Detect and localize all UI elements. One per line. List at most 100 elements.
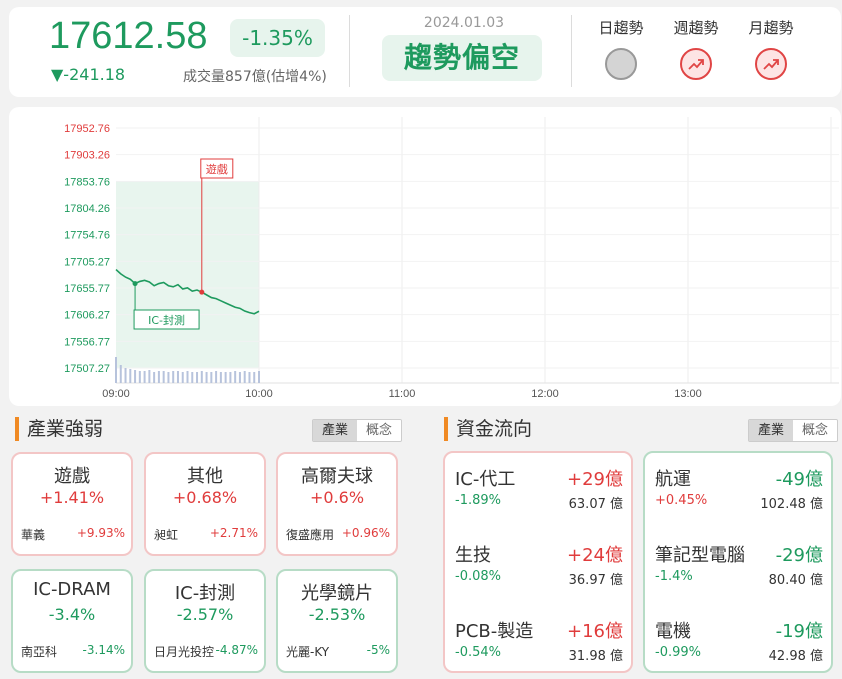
volume-bar [196, 372, 199, 383]
weekly-trend[interactable]: 週趨勢 [664, 17, 728, 80]
industry-name: 遊戲 [54, 466, 90, 487]
daily-trend[interactable]: 日趨勢 [589, 17, 653, 80]
leading-stock[interactable]: 昶虹 [154, 526, 178, 543]
index-header: 17612.58 -1.35% ▼-241.18 成交量857億(估增4%) 2… [9, 7, 841, 97]
volume-bar [115, 357, 117, 383]
tab-industry[interactable]: 產業 [313, 420, 357, 441]
y-tick-label: 17705.27 [64, 256, 110, 268]
leading-stock[interactable]: 南亞科 [21, 643, 57, 660]
flow-percent: -1.4% [655, 569, 693, 584]
flow-volume: 42.98 億 [768, 649, 823, 664]
x-tick-label: 12:00 [531, 388, 559, 400]
outflow-card[interactable]: 航運 -49億 +0.45% 102.48 億筆記型電腦 -29億 -1.4% 80.40 … [643, 451, 833, 673]
leading-stock-percent: +0.96% [341, 526, 390, 540]
tab-concept[interactable]: 概念 [357, 420, 401, 441]
leading-stock[interactable]: 復盛應用 [286, 526, 334, 543]
volume-bar [176, 371, 179, 383]
leading-stock-percent: -3.14% [82, 643, 125, 657]
volume-bar [238, 372, 241, 383]
divider [349, 15, 350, 87]
volume-bar [186, 371, 189, 383]
industry-card[interactable]: 其他 +0.68% 昶虹 +2.71% [144, 452, 266, 556]
y-tick-label: 17606.27 [64, 310, 110, 322]
volume-bar [157, 371, 160, 383]
monthly-trend[interactable]: 月趨勢 [739, 17, 803, 80]
volume-bar [234, 371, 237, 383]
flow-industry-name: 筆記型電腦 [655, 545, 745, 566]
industry-percent: -2.57% [176, 605, 234, 624]
flow-volume: 63.07 億 [568, 497, 623, 512]
y-tick-label: 17754.76 [64, 230, 110, 242]
industry-name: 光學鏡片 [301, 583, 373, 604]
volume-bar [124, 368, 127, 383]
inflow-card[interactable]: IC-代工 +29億 -1.89% 63.07 億生技 +24億 -0.08% 36.97 … [443, 451, 633, 673]
volume-bar [219, 372, 222, 383]
index-change: ▼-241.18 [51, 65, 126, 84]
volume-bar [205, 372, 208, 383]
industry-card[interactable]: IC-封測 -2.57% 日月光投控 -4.87% [144, 569, 266, 673]
y-tick-label: 17903.26 [64, 150, 110, 162]
flow-amount: +24億 [567, 545, 623, 566]
industry-percent: +0.68% [172, 488, 238, 507]
volume-bar [167, 372, 170, 383]
session-shade [116, 181, 259, 368]
flow-industry-name: 生技 [455, 545, 491, 566]
industry-name: 其他 [187, 466, 223, 487]
industry-card[interactable]: 高爾夫球 +0.6% 復盛應用 +0.96% [276, 452, 398, 556]
industry-percent: -3.4% [48, 605, 96, 624]
flow-toggle: 產業 概念 [748, 419, 838, 442]
volume-bar [181, 372, 184, 383]
volume-bar [258, 371, 260, 383]
leading-stock[interactable]: 日月光投控 [154, 643, 214, 660]
industry-name: 高爾夫球 [301, 466, 373, 487]
volume-bar [119, 365, 122, 383]
leading-stock-percent: -4.87% [215, 643, 258, 657]
tab-concept[interactable]: 概念 [793, 420, 837, 441]
flow-row[interactable]: 筆記型電腦 -29億 -1.4% 80.40 億 [655, 541, 823, 591]
industry-card[interactable]: 遊戲 +1.41% 華義 +9.93% [11, 452, 133, 556]
tab-industry[interactable]: 產業 [749, 420, 793, 441]
flow-volume: 102.48 億 [760, 497, 823, 512]
intraday-chart-svg: 17952.76 17903.26 17853.76 17804.26 17754.76… [64, 117, 839, 400]
volume-bar [153, 372, 156, 383]
volume-bar [134, 370, 137, 383]
industry-percent: +0.6% [309, 488, 365, 507]
industry-card[interactable]: 光學鏡片 -2.53% 光麗-KY -5% [276, 569, 398, 673]
x-tick-label: 11:00 [389, 388, 416, 400]
industry-percent: -2.53% [308, 605, 366, 624]
flow-volume: 36.97 億 [568, 573, 623, 588]
flow-row[interactable]: IC-代工 +29億 -1.89% 63.07 億 [455, 465, 623, 515]
flow-industry-name: IC-代工 [455, 469, 516, 490]
volume-bar [129, 369, 132, 383]
volume-bar [210, 372, 213, 383]
y-tick-label: 17655.77 [64, 283, 110, 295]
industry-toggle: 產業 概念 [312, 419, 402, 442]
daily-trend-label: 日趨勢 [598, 19, 644, 37]
flow-row[interactable]: 航運 -49億 +0.45% 102.48 億 [655, 465, 823, 515]
intraday-chart[interactable]: 17952.76 17903.26 17853.76 17804.26 17754.76… [9, 107, 841, 406]
annotation-label: IC-封測 [148, 313, 185, 327]
flow-percent: +0.45% [655, 493, 708, 508]
annotation-label: 遊戲 [206, 162, 228, 176]
flow-percent: -0.54% [455, 645, 501, 660]
volume-bar [253, 372, 256, 383]
industry-percent: +1.41% [39, 488, 105, 507]
industry-title: 產業強弱 [15, 417, 103, 441]
industry-card[interactable]: IC-DRAM -3.4% 南亞科 -3.14% [11, 569, 133, 673]
flow-row[interactable]: PCB-製造 +16億 -0.54% 31.98 億 [455, 617, 623, 667]
y-tick-label: 17556.77 [64, 336, 110, 348]
volume-bar [248, 372, 251, 383]
y-tick-label: 17952.76 [64, 123, 110, 135]
leading-stock[interactable]: 光麗-KY [286, 643, 329, 660]
flow-row[interactable]: 生技 +24億 -0.08% 36.97 億 [455, 541, 623, 591]
flow-row[interactable]: 電機 -19億 -0.99% 42.98 億 [655, 617, 823, 667]
trend-badge: 趨勢偏空 [382, 35, 542, 81]
volume-bar [215, 371, 218, 383]
flow-industry-name: 電機 [655, 621, 691, 642]
flow-amount: +16億 [567, 621, 623, 642]
leading-stock-percent: +2.71% [209, 526, 258, 540]
annotation-dot [132, 281, 138, 287]
leading-stock[interactable]: 華義 [21, 526, 45, 543]
volume-bar [191, 372, 194, 383]
x-tick-label: 10:00 [245, 388, 273, 400]
